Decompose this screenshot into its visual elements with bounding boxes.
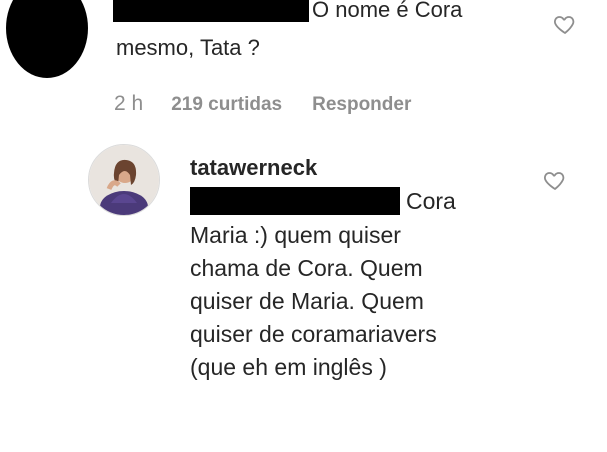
comment-text-line: quiser de Maria. Quem	[190, 288, 424, 314]
redacted-username	[113, 0, 309, 22]
avatar-redacted[interactable]	[6, 0, 88, 78]
heart-outline-icon[interactable]	[543, 168, 567, 192]
parent-comment: O nome é Cora mesmo, Tata ? 2 h 219 curt…	[0, 0, 607, 130]
comment-text-line: Cora	[406, 188, 456, 214]
comment-time: 2 h	[114, 92, 144, 115]
avatar[interactable]	[88, 144, 160, 216]
heart-outline-icon[interactable]	[553, 12, 577, 36]
comment-text-line: mesmo, Tata ?	[116, 35, 260, 60]
reply-button[interactable]: Responder	[312, 94, 411, 116]
avatar-photo	[89, 145, 159, 215]
redacted-mention	[190, 187, 400, 215]
comment-text-line: (que eh em inglês )	[190, 354, 387, 380]
comment-text-line: Maria :) quem quiser	[190, 222, 401, 248]
comment-meta: 2 h 219 curtidas Responder	[114, 92, 411, 116]
likes-count[interactable]: 219 curtidas	[171, 94, 282, 116]
reply-comment: tatawerneck Cora Maria :) quem quiser ch…	[0, 140, 607, 440]
username[interactable]: tatawerneck	[190, 155, 317, 181]
comment-text-line: quiser de coramariavers	[190, 321, 437, 347]
comment-text-line: O nome é Cora	[312, 0, 463, 22]
comment-text-line: chama de Cora. Quem	[190, 255, 423, 281]
